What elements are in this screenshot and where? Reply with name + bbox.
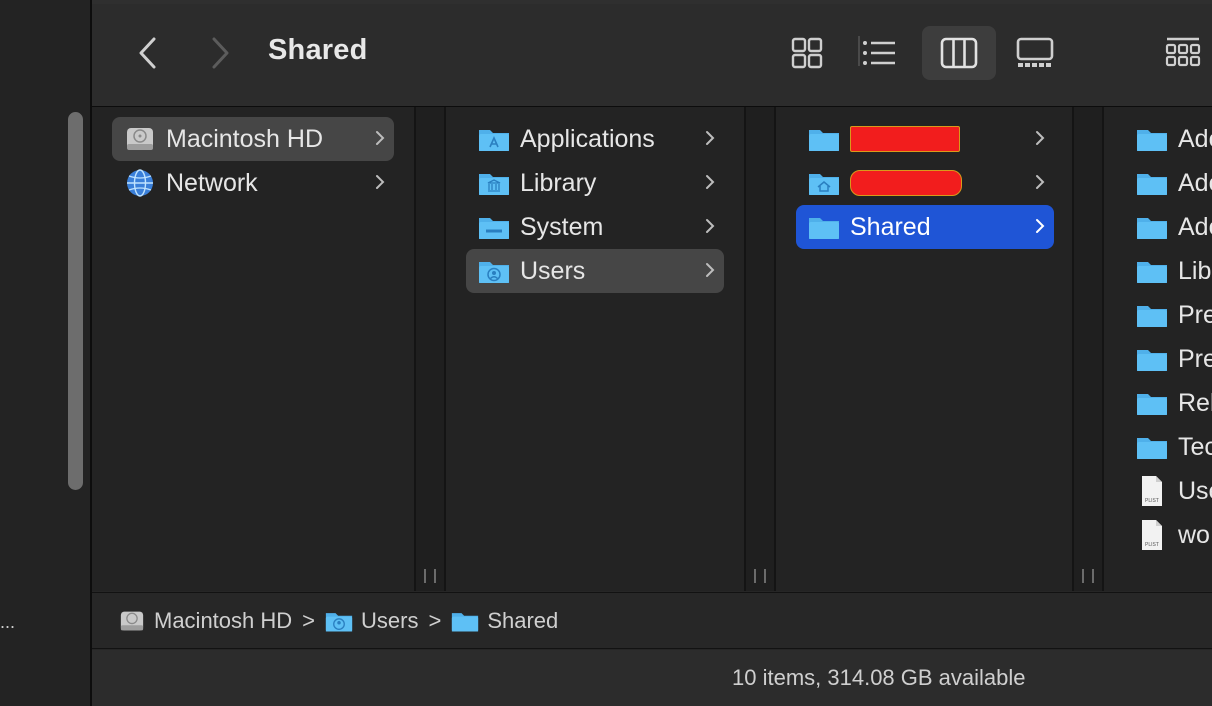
gallery-icon bbox=[1016, 37, 1054, 67]
list-item[interactable]: Libr bbox=[1124, 249, 1212, 293]
svg-text:PLIST: PLIST bbox=[1145, 498, 1159, 504]
chevron-right-icon bbox=[706, 175, 715, 189]
list-item[interactable]: Ado bbox=[1124, 205, 1212, 249]
list-item-users[interactable]: Users bbox=[466, 249, 724, 293]
home-folder-icon bbox=[808, 169, 840, 197]
list-item[interactable]: Pre bbox=[1124, 337, 1212, 381]
list-item[interactable]: PLIST wo bbox=[1124, 513, 1212, 557]
hard-drive-icon bbox=[118, 608, 146, 634]
path-item-macintosh-hd[interactable]: Macintosh HD bbox=[118, 608, 292, 634]
folder-icon bbox=[808, 213, 840, 241]
list-item[interactable]: PLIST Use bbox=[1124, 469, 1212, 513]
folder-icon bbox=[1136, 389, 1168, 417]
folder-icon bbox=[808, 125, 840, 153]
list-icon bbox=[863, 41, 895, 65]
chevron-right-icon bbox=[706, 131, 715, 145]
folder-icon bbox=[451, 608, 479, 634]
column-view-button[interactable] bbox=[922, 26, 996, 80]
folder-icon bbox=[1136, 169, 1168, 197]
status-text: 10 items, 314.08 GB available bbox=[732, 665, 1026, 690]
folder-icon bbox=[1136, 257, 1168, 285]
folder-icon bbox=[1136, 433, 1168, 461]
list-item[interactable]: Ado bbox=[1124, 117, 1212, 161]
column-shared: Ado Ado Ado Libr Pre Pre bbox=[1104, 107, 1212, 591]
column-root: Applications Library System Users bbox=[446, 107, 746, 591]
columns-icon bbox=[940, 37, 978, 69]
gallery-view-button[interactable] bbox=[998, 26, 1072, 80]
list-item-system[interactable]: System bbox=[466, 205, 724, 249]
list-item[interactable]: Rel bbox=[1124, 381, 1212, 425]
users-folder-icon bbox=[478, 257, 510, 285]
chevron-right-icon bbox=[1036, 219, 1045, 233]
path-bar: Macintosh HD > Users > Shared bbox=[92, 592, 1212, 649]
left-pane-ellipsis: ... bbox=[0, 612, 16, 632]
column-browser: Macintosh HD Network Applications Librar… bbox=[92, 107, 1212, 591]
group-button[interactable] bbox=[1146, 26, 1212, 80]
list-item[interactable]: Ado bbox=[1124, 161, 1212, 205]
sidebar-item-network[interactable]: Network bbox=[112, 161, 394, 205]
left-pane: ... bbox=[0, 0, 90, 706]
sidebar-item-macintosh-hd[interactable]: Macintosh HD bbox=[112, 117, 394, 161]
folder-icon bbox=[1136, 213, 1168, 241]
column-users: Shared bbox=[776, 107, 1074, 591]
redacted-label bbox=[850, 126, 960, 152]
back-button[interactable] bbox=[128, 32, 168, 74]
list-item-user-folder[interactable] bbox=[796, 117, 1054, 161]
list-view-button[interactable] bbox=[842, 26, 916, 80]
chevron-right-icon bbox=[706, 219, 715, 233]
list-item-applications[interactable]: Applications bbox=[466, 117, 724, 161]
redacted-label bbox=[850, 170, 962, 196]
column-locations: Macintosh HD Network bbox=[92, 107, 416, 591]
list-item-library[interactable]: Library bbox=[466, 161, 724, 205]
hard-drive-icon bbox=[124, 125, 156, 153]
column-resize-handle[interactable] bbox=[754, 569, 766, 585]
path-separator: > bbox=[302, 607, 316, 633]
folder-icon bbox=[1136, 301, 1168, 329]
path-item-users[interactable]: Users bbox=[325, 608, 418, 634]
group-grid-icon bbox=[1165, 37, 1201, 67]
list-item-shared[interactable]: Shared bbox=[796, 205, 1054, 249]
left-scrollbar[interactable] bbox=[68, 112, 83, 490]
status-bar: 10 items, 314.08 GB available bbox=[92, 650, 1212, 706]
window-title: Shared bbox=[268, 34, 368, 66]
chevron-right-icon bbox=[1036, 131, 1045, 145]
chevron-right-icon bbox=[706, 263, 715, 277]
chevron-right-icon bbox=[376, 131, 385, 145]
column-resize-handle[interactable] bbox=[1082, 569, 1094, 585]
grid-icon bbox=[791, 37, 823, 69]
list-item[interactable]: Pre bbox=[1124, 293, 1212, 337]
toolbar: Shared bbox=[92, 4, 1212, 107]
chevron-right-icon bbox=[376, 175, 385, 189]
list-item[interactable]: Tec bbox=[1124, 425, 1212, 469]
plist-file-icon: PLIST bbox=[1136, 520, 1168, 550]
plist-file-icon: PLIST bbox=[1136, 476, 1168, 506]
path-item-shared[interactable]: Shared bbox=[451, 608, 558, 634]
forward-button[interactable] bbox=[200, 32, 240, 74]
network-globe-icon bbox=[124, 169, 156, 197]
library-folder-icon bbox=[478, 169, 510, 197]
icon-view-button[interactable] bbox=[770, 26, 844, 80]
path-separator: > bbox=[428, 607, 442, 633]
users-folder-icon bbox=[325, 608, 353, 634]
finder-window: Shared Macintosh HD Network Applications… bbox=[90, 0, 1212, 706]
chevron-left-icon bbox=[139, 37, 156, 69]
list-item-home-folder[interactable] bbox=[796, 161, 1054, 205]
svg-text:PLIST: PLIST bbox=[1145, 542, 1159, 548]
folder-icon bbox=[1136, 125, 1168, 153]
system-folder-icon bbox=[478, 213, 510, 241]
chevron-right-icon bbox=[212, 37, 229, 69]
column-resize-handle[interactable] bbox=[424, 569, 436, 585]
chevron-right-icon bbox=[1036, 175, 1045, 189]
applications-folder-icon bbox=[478, 125, 510, 153]
folder-icon bbox=[1136, 345, 1168, 373]
